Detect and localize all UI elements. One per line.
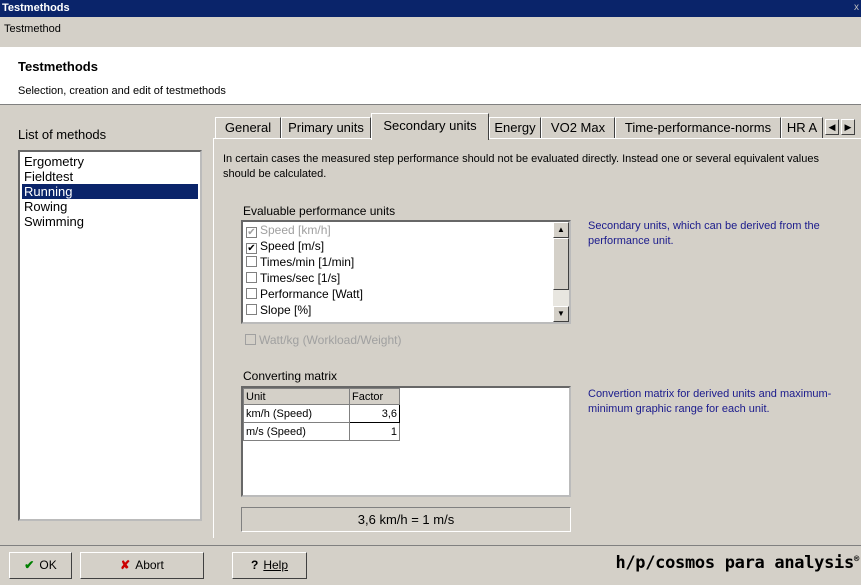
registered-mark: ® [853,554,859,565]
unit-item-label: Slope [%] [260,303,312,317]
matrix-cell-unit: m/s (Speed) [243,422,350,441]
evaluable-units-list[interactable]: ✔ Speed [km/h] ✔ Speed [m/s] Times/min [1/… [241,220,571,324]
method-item-swimming[interactable]: Swimming [22,214,198,229]
checkbox-icon[interactable] [246,304,257,315]
unit-item-speed-kmh: ✔ Speed [km/h] [243,222,569,238]
unit-item-label: Times/min [1/min] [260,255,355,269]
units-note: Secondary units, which can be derived fr… [588,220,820,247]
checkbox-checked-icon: ✔ [246,227,257,238]
checkbox-checked-icon[interactable]: ✔ [246,243,257,254]
table-row[interactable]: m/s (Speed) 1 [243,422,400,441]
unit-item-times-min[interactable]: Times/min [1/min] [243,254,569,270]
tab-hr-a[interactable]: HR A [781,117,823,139]
scroll-down-icon[interactable]: ▼ [553,306,569,322]
header-panel: Testmethods Selection, creation and edit… [0,47,861,105]
abort-label: Abort [135,558,164,572]
evaluable-units-label: Evaluable performance units [243,204,396,218]
window-titlebar: Testmethods x [0,0,861,17]
unit-item-times-sec[interactable]: Times/sec [1/s] [243,270,569,286]
window-title: Testmethods [2,2,70,14]
unit-item-label: Speed [km/h] [260,223,331,237]
scroll-thumb[interactable] [553,238,569,290]
divider [0,545,861,546]
unit-item-label: Performance [Watt] [260,287,363,301]
tab-general[interactable]: General [215,117,281,139]
ok-button[interactable]: ✔ OK [9,552,72,579]
matrix-label: Converting matrix [243,369,338,383]
page-subtitle: Selection, creation and edit of testmeth… [18,85,226,97]
unit-item-speed-ms[interactable]: ✔ Speed [m/s] [243,238,569,254]
matrix-header-row: Unit Factor [243,388,400,405]
method-item-fieldtest[interactable]: Fieldtest [22,169,198,184]
checkbox-icon[interactable] [246,272,257,283]
tab-secondary-units[interactable]: Secondary units [371,113,489,140]
matrix-cell-factor[interactable]: 3,6 [349,404,400,423]
unit-item-performance-watt[interactable]: Performance [Watt] [243,286,569,302]
abort-button[interactable]: ✘ Abort [80,552,204,579]
close-icon[interactable]: x [854,2,859,13]
method-item-ergometry[interactable]: Ergometry [22,154,198,169]
table-row[interactable]: km/h (Speed) 3,6 [243,404,400,423]
tab-energy[interactable]: Energy [489,117,541,139]
method-item-rowing[interactable]: Rowing [22,199,198,214]
tab-time-performance-norms[interactable]: Time-performance-norms [615,117,781,139]
wattkg-checkbox: Watt/kg (Workload/Weight) [245,333,402,347]
question-icon: ? [250,558,259,572]
checkbox-icon[interactable] [246,256,257,267]
unit-item-label: Speed [m/s] [260,239,325,253]
matrix-cell-factor[interactable]: 1 [349,422,400,441]
x-icon: ✘ [120,558,131,572]
matrix-note: Convertion matrix for derived units and … [588,388,832,415]
ok-label: OK [39,558,57,572]
unit-item-label: Times/sec [1/s] [260,271,341,285]
wattkg-label: Watt/kg (Workload/Weight) [259,333,402,347]
matrix-table: Unit Factor km/h (Speed) 3,6 m/s (Speed)… [243,388,400,441]
brand-text: h/p/cosmos para analysis [615,553,854,573]
scroll-up-icon[interactable]: ▲ [553,222,569,238]
menu-testmethod[interactable]: Testmethod [4,23,61,35]
matrix-col-factor: Factor [349,388,400,405]
tab-scroll-left-icon[interactable]: ◀ [825,119,839,135]
help-label: Help [263,558,289,572]
units-scrollbar[interactable]: ▲ ▼ [553,222,569,322]
menu-bar: Testmethod [0,17,861,47]
brand-logo: h/p/cosmos para analysis® [615,553,859,573]
secondary-description: In certain cases the measured step perfo… [223,153,819,180]
checkbox-icon [245,334,256,345]
method-item-running[interactable]: Running [22,184,198,199]
matrix-col-unit: Unit [243,388,350,405]
converting-matrix-grid[interactable]: Unit Factor km/h (Speed) 3,6 m/s (Speed)… [241,386,571,497]
unit-item-slope[interactable]: Slope [%] [243,302,569,318]
checkbox-icon[interactable] [246,288,257,299]
matrix-cell-unit: km/h (Speed) [243,404,350,423]
tab-vo2-max[interactable]: VO2 Max [541,117,615,139]
methods-list[interactable]: Ergometry Fieldtest Running Rowing Swimm… [18,150,202,521]
tab-scroll-right-icon[interactable]: ▶ [841,119,855,135]
help-button[interactable]: ? Help [232,552,307,579]
check-icon: ✔ [24,558,35,572]
tab-primary-units[interactable]: Primary units [281,117,371,139]
page-title: Testmethods [18,59,98,74]
methods-list-label: List of methods [18,127,107,142]
conversion-result: 3,6 km/h = 1 m/s [241,507,571,532]
